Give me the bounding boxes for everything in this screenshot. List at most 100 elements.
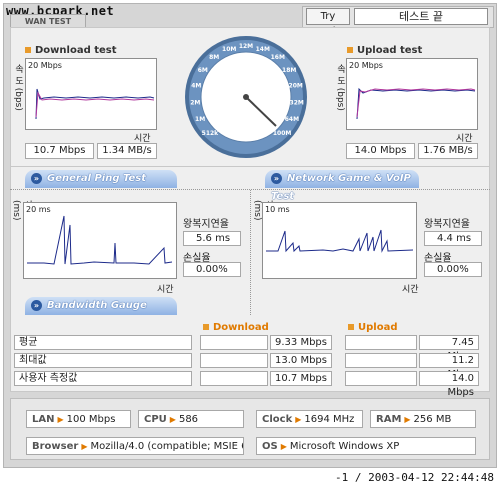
col-upload: Upload — [348, 322, 397, 333]
game-trace — [266, 229, 414, 253]
ping-rtt-value: 5.6 ms — [183, 231, 241, 246]
table-spacer — [345, 371, 417, 386]
bullet-icon — [348, 324, 354, 330]
arrow-right-icon: ▶ — [404, 415, 411, 424]
gauge-tick-label: 6M — [198, 67, 208, 74]
arrow-right-icon: ▶ — [280, 442, 287, 451]
ping-trace — [27, 215, 173, 265]
arrow-right-icon: ▶ — [57, 415, 64, 424]
table-spacer — [200, 353, 268, 368]
gauge-tick-label: 1M — [195, 116, 205, 123]
gauge-tick-label: 512k — [202, 130, 220, 137]
upload-title-text: Upload test — [357, 45, 423, 56]
table-spacer — [200, 335, 268, 350]
browser-value: Mozilla/4.0 (compatible; MSIE 6.0 — [90, 441, 244, 452]
game-x-label: 시간 — [402, 285, 419, 295]
col-download: Download — [203, 322, 269, 333]
ram-value: 256 MB — [413, 414, 452, 425]
upload-graph: 20 Mbps — [346, 58, 478, 130]
gauge-tick-label: 100M — [273, 130, 292, 137]
col-upload-text: Upload — [358, 322, 398, 333]
ping-banner-text: General Ping Test — [47, 173, 147, 184]
max-upload: 11.2 Mbps — [419, 353, 479, 380]
game-rtt-label: 왕복지연율 — [424, 219, 470, 230]
row-label-avg: 평균 — [14, 335, 192, 350]
user-upload: 14.0 Mbps — [419, 371, 479, 398]
gauge-tick-label: 14M — [256, 46, 270, 53]
gauge-tick-label: 8M — [209, 54, 219, 61]
download-title: Download test — [25, 45, 117, 56]
gauge-hub — [243, 94, 249, 100]
bandwidth-banner-text: Bandwidth Gauge — [47, 300, 147, 311]
table-spacer — [345, 353, 417, 368]
clock-label: Clock — [262, 414, 293, 425]
os-field: OS ▶ Microsoft Windows XP — [256, 437, 476, 455]
table-spacer — [200, 371, 268, 386]
row-label-user: 사용자 측정값 — [14, 371, 192, 386]
browser-field: Browser ▶ Mozilla/4.0 (compatible; MSIE 6.… — [26, 437, 244, 455]
ram-field: RAM ▶ 256 MB — [370, 410, 476, 428]
row-label-max: 최대값 — [14, 353, 192, 368]
game-loss-value: 0.00% — [424, 262, 482, 277]
upload-bytes: 1.76 MB/s — [418, 143, 478, 159]
bullet-icon — [25, 47, 31, 53]
upload-title: Upload test — [347, 45, 422, 56]
os-value: Microsoft Windows XP — [289, 441, 400, 452]
ping-test-banner: » General Ping Test — [25, 170, 177, 188]
game-test-banner: » Network Game & VoIP Test — [265, 170, 419, 202]
download-speed: 10.7 Mbps — [25, 143, 94, 159]
download-title-text: Download test — [35, 45, 117, 56]
cpu-field: CPU ▶ 586 — [138, 410, 244, 428]
upload-trace — [356, 87, 476, 120]
browser-label: Browser — [32, 441, 79, 452]
game-rtt-value: 4.4 ms — [424, 231, 482, 246]
download-graph: 20 Mbps — [25, 58, 157, 130]
status-field: 테스트 끝 — [354, 8, 488, 25]
lan-label: LAN — [32, 414, 55, 425]
try-again-button[interactable]: Try again — [306, 8, 350, 37]
table-spacer — [345, 335, 417, 350]
ping-rtt-label: 왕복지연율 — [183, 219, 229, 230]
gauge-tick-label: 20M — [289, 83, 303, 90]
gauge-tick-label: 64M — [285, 116, 299, 123]
game-graph: 10 ms — [262, 202, 417, 279]
gauge-tick-label: 2M — [190, 100, 200, 107]
arrow-right-icon: ▶ — [295, 415, 302, 424]
bullet-icon — [203, 324, 209, 330]
gauge-tick-label: 12M — [239, 43, 253, 50]
bullet-icon — [347, 47, 353, 53]
cpu-label: CPU — [144, 414, 167, 425]
arrow-right-icon: ▶ — [169, 415, 176, 424]
gauge-tick-label: 18M — [282, 67, 296, 74]
arrow-right-icon: ▶ — [81, 442, 88, 451]
gauge-tick-label: 10M — [222, 46, 236, 53]
ping-graph: 20 ms — [23, 202, 177, 279]
arrow-icon: » — [31, 299, 42, 311]
os-label: OS — [262, 441, 278, 452]
ram-label: RAM — [376, 414, 402, 425]
footer-timestamp: -1 / 2003-04-12 22:44:48 — [335, 471, 494, 484]
cpu-value: 586 — [178, 414, 199, 425]
divider — [250, 190, 251, 315]
col-download-text: Download — [213, 322, 269, 333]
upload-speed: 14.0 Mbps — [346, 143, 415, 159]
clock-value: 1694 MHz — [304, 414, 355, 425]
ping-loss-value: 0.00% — [183, 262, 241, 277]
lan-field: LAN ▶ 100 Mbps — [26, 410, 131, 428]
download-trace — [35, 88, 155, 120]
arrow-icon: » — [31, 172, 42, 184]
gauge-tick-label: 16M — [271, 54, 285, 61]
avg-download: 9.33 Mbps — [270, 335, 332, 350]
lan-value: 100 Mbps — [66, 414, 116, 425]
download-bytes: 1.34 MB/s — [97, 143, 157, 159]
ping-x-label: 시간 — [157, 285, 174, 295]
gauge-tick-label: 4M — [191, 83, 201, 90]
avg-upload: 7.45 Mbps — [419, 335, 479, 362]
speed-gauge: 512k 1M 2M 4M 6M8M10M 12M 14M16M 18M 20M 32M 64M 10… — [185, 36, 307, 158]
user-download: 10.7 Mbps — [270, 371, 332, 386]
download-y-label: 속 도 (bps) — [13, 64, 23, 111]
bandwidth-banner: » Bandwidth Gauge — [25, 297, 177, 315]
tab-wan-test[interactable]: WAN TEST — [10, 14, 86, 28]
clock-field: Clock ▶ 1694 MHz — [256, 410, 363, 428]
arrow-icon: » — [271, 172, 282, 184]
